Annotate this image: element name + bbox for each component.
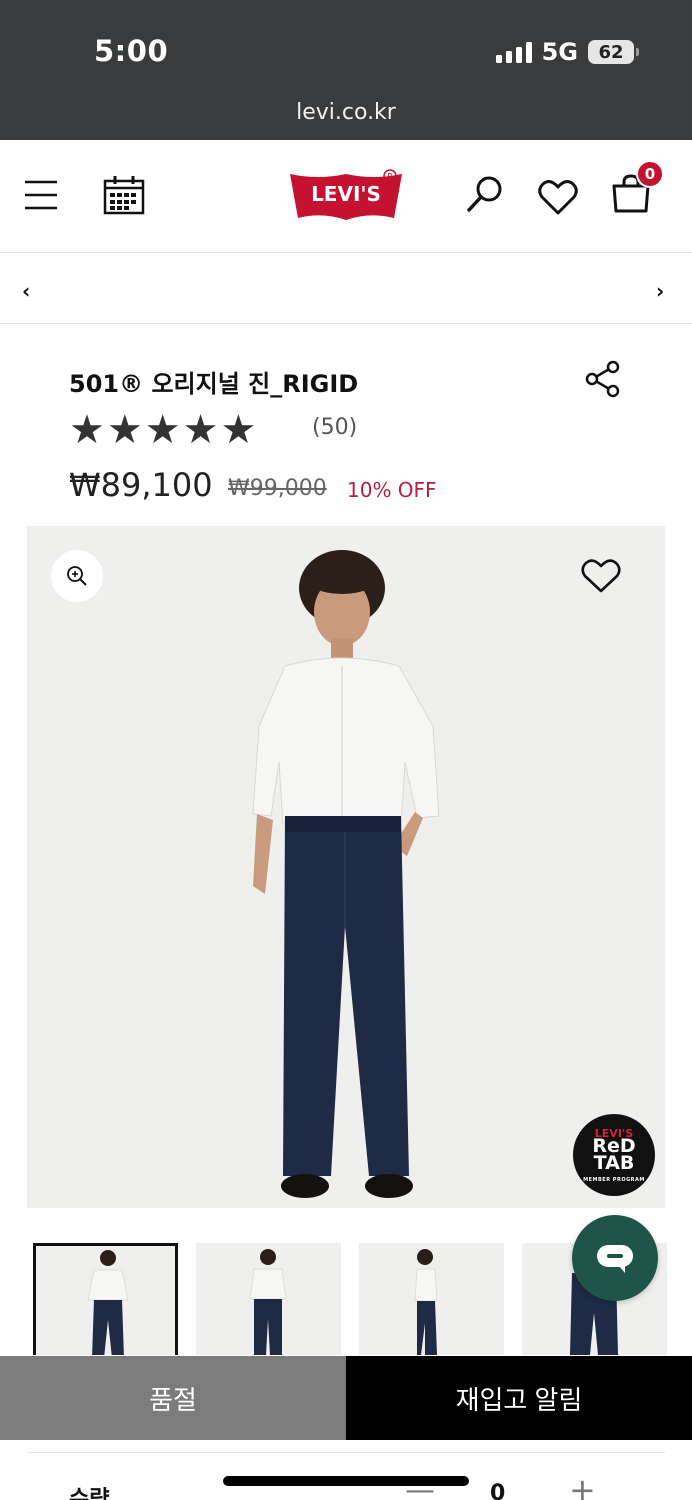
quantity-label: 수량 [69, 1487, 110, 1500]
wishlist-heart-icon[interactable] [581, 558, 621, 594]
discount-label: 10% OFF [347, 478, 437, 502]
levis-logo[interactable]: LEVI'S R [288, 168, 406, 222]
status-bar: 5:00 5G 62 levi.co.kr [0, 0, 692, 140]
nav-prev-arrow[interactable]: ‹ [22, 279, 30, 303]
search-icon[interactable] [466, 174, 506, 214]
star-icon: ★ [182, 407, 219, 453]
nav-next-arrow[interactable]: › [656, 279, 664, 303]
quantity-increase-button[interactable]: + [569, 1471, 596, 1500]
star-icon: ★ [220, 407, 257, 453]
battery-icon: 62 [588, 40, 639, 64]
model-illustration [252, 550, 440, 1198]
svg-text:LEVI'S: LEVI'S [311, 182, 381, 206]
site-header: LEVI'S R [0, 140, 692, 253]
svg-text:R: R [387, 172, 393, 181]
heart-icon[interactable] [538, 178, 578, 216]
chat-button[interactable] [572, 1215, 658, 1301]
star-icon: ★ [106, 407, 143, 453]
restock-alert-button[interactable]: 재입고 알림 [346, 1356, 692, 1440]
sale-price: ₩89,100 [69, 466, 213, 504]
browser-url[interactable]: levi.co.kr [0, 100, 692, 125]
review-count[interactable]: (50) [312, 415, 357, 440]
thumbnail-profile[interactable] [359, 1243, 504, 1355]
cart-count-badge: 0 [636, 160, 664, 188]
product-image[interactable]: LEVI'S ReD TAB MEMBER PROGRAM [27, 526, 665, 1208]
calendar-icon[interactable] [103, 175, 145, 215]
signal-icon [495, 41, 532, 63]
original-price: ₩99,000 [228, 476, 327, 501]
menu-icon[interactable] [24, 178, 58, 212]
star-icon: ★ [69, 407, 105, 453]
status-time: 5:00 [94, 34, 169, 68]
rating-stars[interactable]: ★ ★ ★ ★ ★ [69, 408, 256, 452]
share-icon[interactable] [584, 360, 622, 398]
status-indicators: 5G 62 [495, 38, 639, 66]
zoom-button[interactable] [51, 550, 103, 602]
sold-out-button[interactable]: 품절 [0, 1356, 346, 1440]
thumbnail-front[interactable] [33, 1243, 178, 1355]
category-nav: ‹ › [0, 253, 692, 324]
chat-bubble-icon [597, 1245, 633, 1273]
star-icon: ★ [144, 407, 181, 453]
zoom-in-icon [67, 566, 87, 586]
red-tab-member-badge[interactable]: LEVI'S ReD TAB MEMBER PROGRAM [573, 1114, 655, 1196]
home-indicator [223, 1476, 469, 1486]
quantity-value: 0 [490, 1481, 506, 1500]
product-title: 501® 오리지널 진_RIGID [69, 370, 359, 398]
network-label: 5G [541, 38, 578, 66]
thumbnail-side[interactable] [196, 1243, 341, 1355]
